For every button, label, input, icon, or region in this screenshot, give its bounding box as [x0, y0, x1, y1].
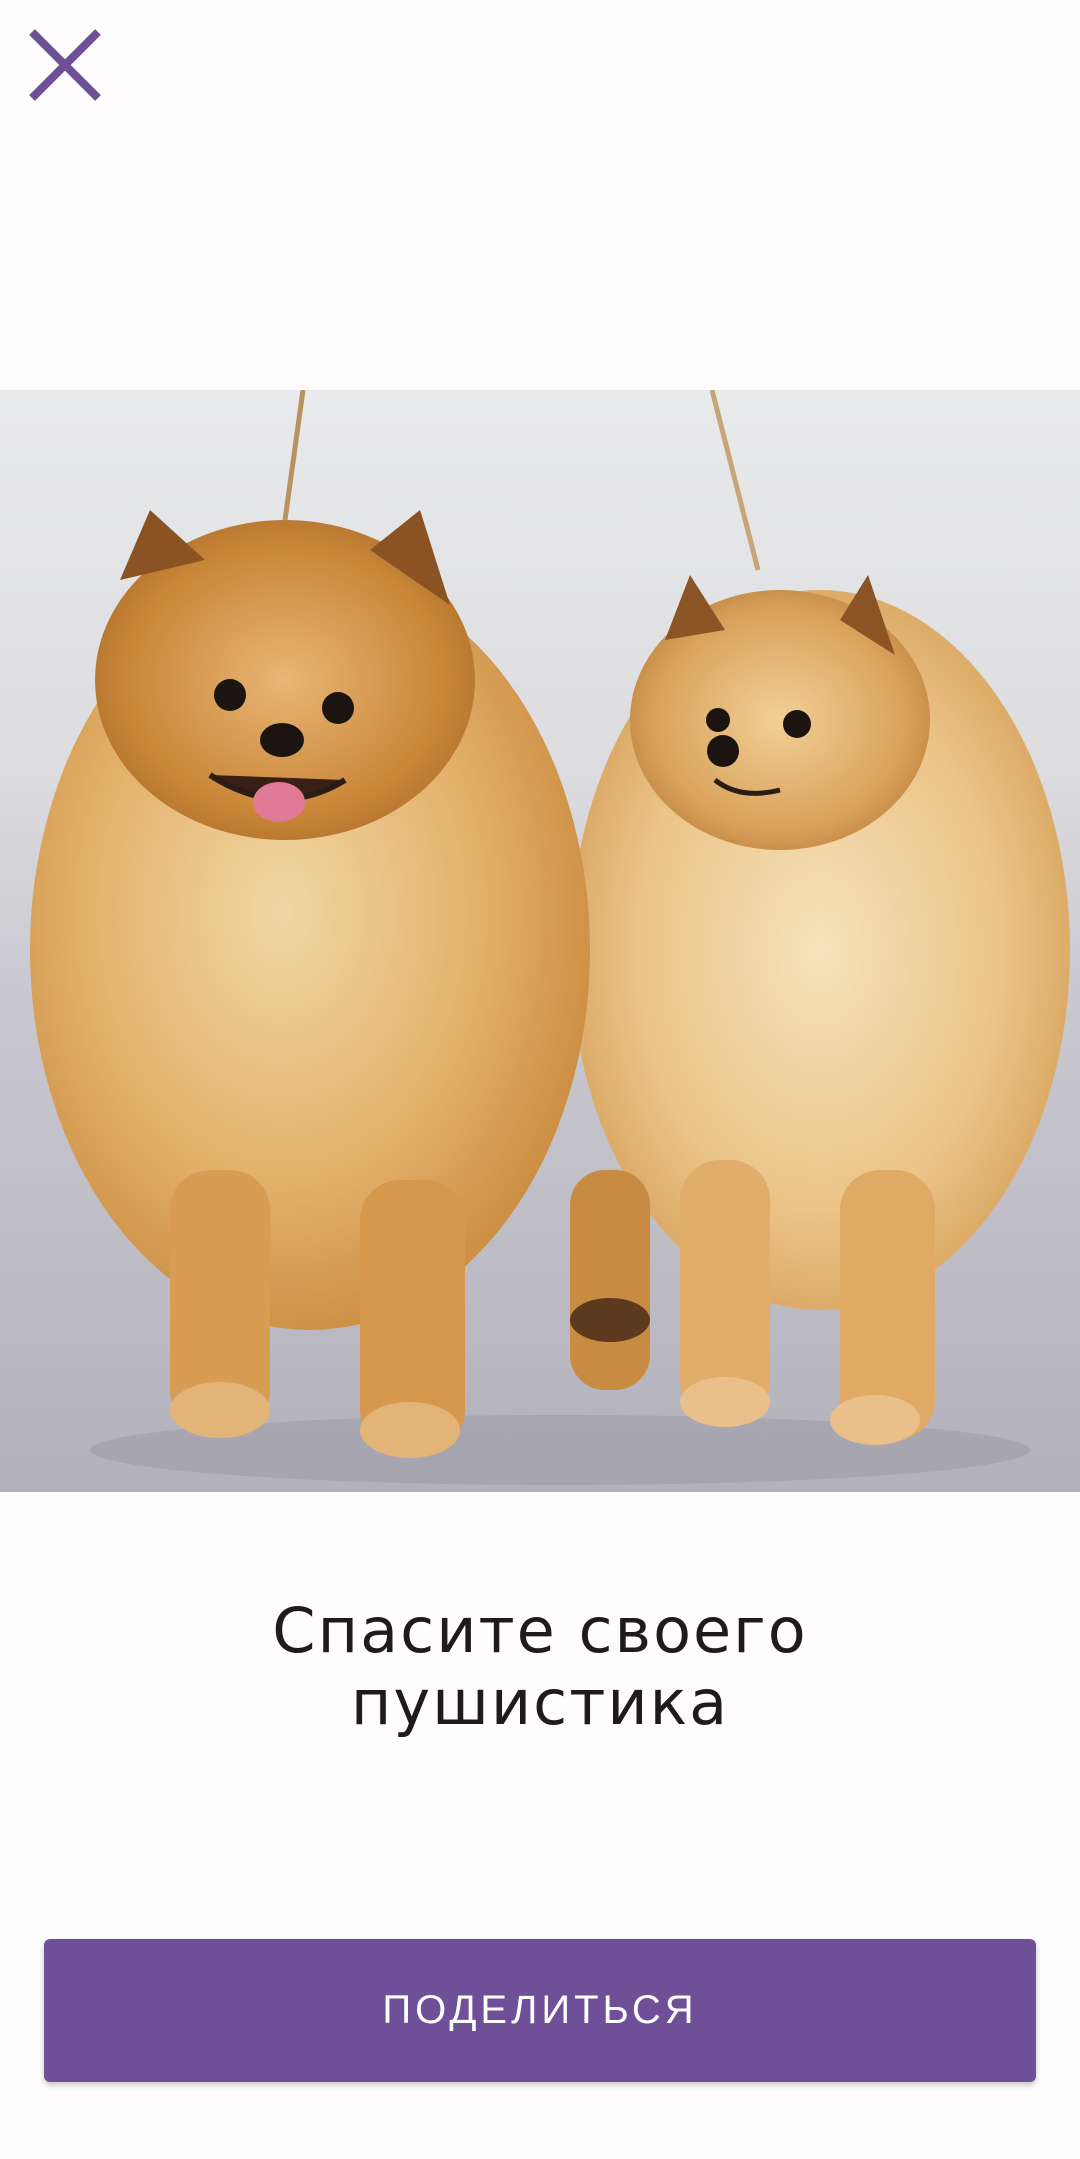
caption-line-1: Спасите своего: [272, 1594, 808, 1667]
caption: Спасите своего пушистика: [0, 1595, 1080, 1739]
close-button[interactable]: [20, 20, 110, 110]
share-button[interactable]: ПОДЕЛИТЬСЯ: [44, 1939, 1036, 2082]
caption-line-2: пушистика: [350, 1666, 730, 1739]
pomeranian-dogs-image: [0, 390, 1080, 1492]
dogs-photo: [0, 390, 1080, 1492]
close-icon: [29, 29, 101, 101]
